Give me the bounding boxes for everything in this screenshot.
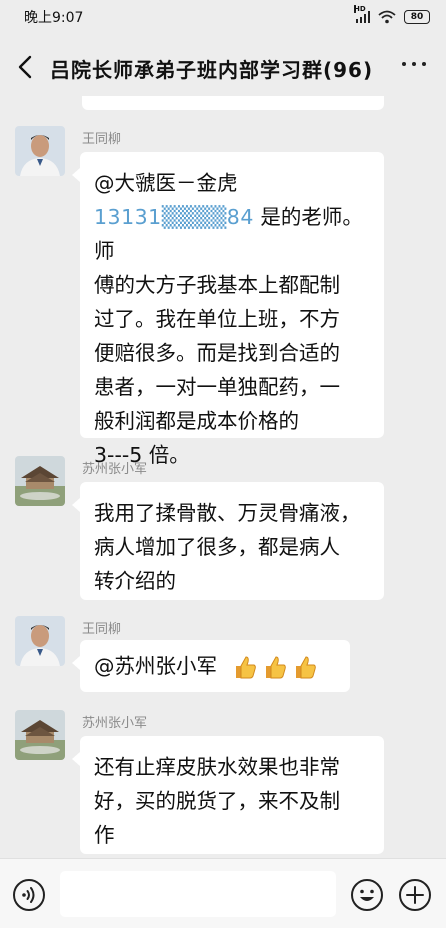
status-icons: HD 80 (354, 5, 430, 24)
message-line: @大虢医－金虎 (94, 171, 238, 195)
sender-name: 苏州张小军 (82, 716, 148, 731)
message-line: 般利润都是成本价格的 (94, 409, 299, 433)
message-line: 我用了揉骨散、万灵骨痛液， (94, 501, 361, 525)
message-line: 病人增加了很多，都是病人 (94, 535, 340, 559)
plus-icon[interactable] (398, 878, 432, 912)
message-bubble[interactable]: @大虢医－金虎 13131▒▒▒▒84 是的老师。师 傅的大方子我基本上都配制 … (72, 152, 384, 467)
avatar[interactable] (15, 126, 65, 176)
message-line: 13131▒▒▒▒84 是的老师。师 (94, 205, 363, 263)
thumbs-up-group (232, 654, 318, 680)
avatar[interactable] (15, 616, 65, 666)
chat-title: 吕院长师承弟子班内部学习群(96) (50, 58, 374, 82)
message-bubble[interactable]: 我用了揉骨散、万灵骨痛液， 病人增加了很多，都是病人 转介绍的 (72, 482, 384, 600)
message-line: 好，买的脱货了，来不及制 (94, 789, 340, 813)
thumbs-up-icon (235, 656, 256, 679)
signal-icon: HD (354, 5, 370, 23)
message-bubble[interactable]: @苏州张小军 (72, 640, 350, 692)
signal-hd-label: HD (354, 5, 366, 13)
message-bubble[interactable]: 还有止痒皮肤水效果也非常 好，买的脱货了，来不及制 作 (72, 736, 384, 854)
chat-screen: 晚上9:07 HD 80 吕院长师承弟子班内部学习群(96) 王同柳 @大虢医－… (0, 0, 446, 928)
sender-name: 王同柳 (82, 622, 122, 637)
message-line: 还有止痒皮肤水效果也非常 (94, 755, 340, 779)
message-line: 作 (94, 823, 115, 847)
message-line: @苏州张小军 (94, 654, 217, 678)
battery-level: 80 (410, 12, 424, 22)
status-time: 晚上9:07 (24, 10, 84, 26)
sender-name: 苏州张小军 (82, 462, 148, 477)
message-line: 便赔很多。而是找到合适的 (94, 341, 340, 365)
thumbs-up-icon (265, 656, 286, 679)
battery-icon: 80 (404, 10, 430, 24)
message-line: 患者，一对一单独配药，一 (94, 375, 340, 399)
chat-header: 吕院长师承弟子班内部学习群(96) (0, 34, 446, 100)
sender-name: 王同柳 (82, 132, 122, 147)
wifi-icon (378, 10, 396, 24)
chevron-left-icon[interactable] (14, 54, 38, 80)
status-bar: 晚上9:07 HD 80 (0, 0, 446, 34)
phone-number[interactable]: 13131▒▒▒▒84 (94, 205, 254, 229)
thumbs-up-icon (295, 656, 316, 679)
more-dots-icon[interactable] (402, 62, 426, 66)
input-bar (0, 858, 446, 928)
previous-message-bubble (82, 96, 384, 110)
message-line: 傅的大方子我基本上都配制 (94, 273, 340, 297)
message-input[interactable] (60, 871, 336, 917)
message-line: 转介绍的 (94, 569, 176, 593)
voice-icon[interactable] (12, 878, 46, 912)
avatar[interactable] (15, 456, 65, 506)
avatar[interactable] (15, 710, 65, 760)
emoji-icon[interactable] (350, 878, 384, 912)
message-line: 过了。我在单位上班，不方 (94, 307, 340, 331)
